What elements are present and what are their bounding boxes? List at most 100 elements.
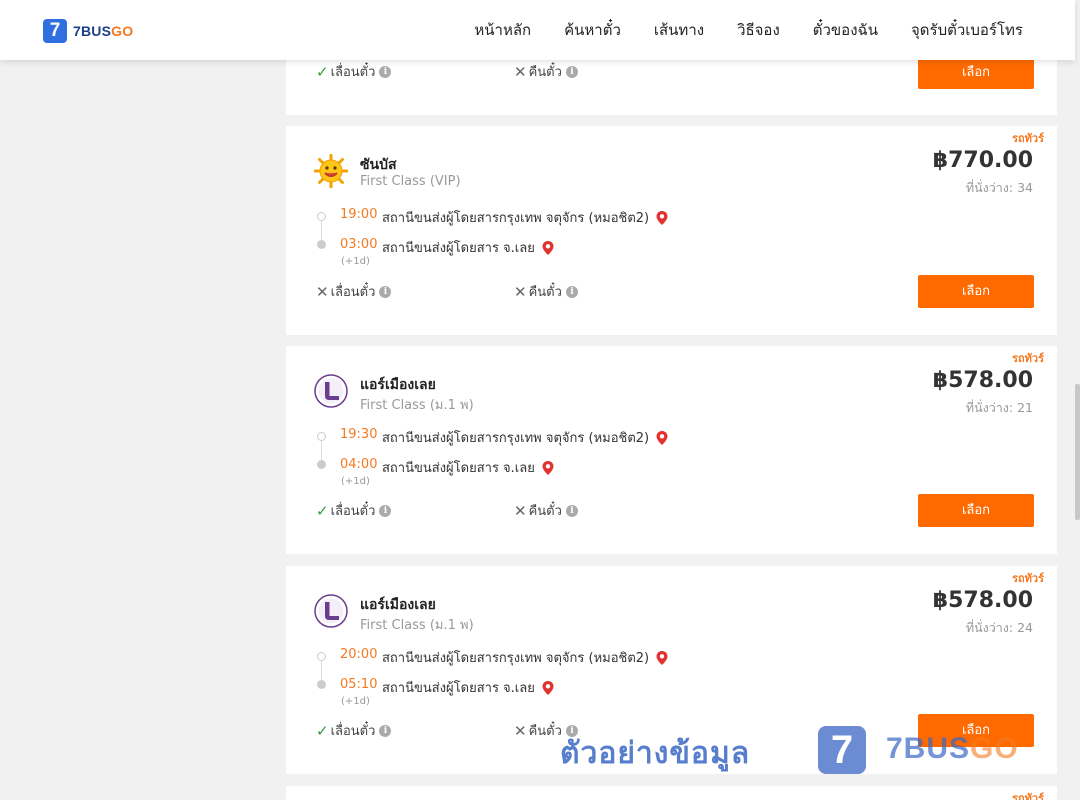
info-icon[interactable]: i — [565, 504, 578, 517]
check-icon: ✓ — [316, 501, 329, 520]
arrival-station: สถานีขนส่งผู้โดยสาร จ.เลย — [382, 677, 555, 698]
departure-station-name: สถานีขนส่งผู้โดยสารกรุงเทพ จตุจักร (หมอช… — [382, 431, 650, 446]
map-pin-icon[interactable] — [655, 650, 669, 666]
info-icon[interactable]: i — [379, 65, 392, 78]
operator-name: แอร์เมืองเลย — [360, 377, 436, 393]
bus-class: First Class (ม.1 พ) — [360, 398, 474, 413]
sun-logo-icon — [314, 154, 348, 188]
departure-dot — [317, 652, 326, 661]
select-button[interactable]: เลือก — [918, 275, 1034, 308]
day-offset: (+1d) — [341, 696, 370, 707]
arrival-station: สถานีขนส่งผู้โดยสาร จ.เลย — [382, 457, 555, 478]
bus-class: First Class (ม.1 พ) — [360, 618, 474, 633]
arrival-station-name: สถานีขนส่งผู้โดยสาร จ.เลย — [382, 241, 535, 256]
info-icon[interactable]: i — [565, 285, 578, 298]
select-button[interactable]: เลือก — [918, 714, 1034, 747]
reschedule-label: เลื่อนตั๋ว — [330, 65, 376, 80]
refund-label: คืนตั๋ว — [528, 285, 562, 300]
select-button[interactable]: เลือก — [918, 56, 1034, 89]
trip-card: รถทัวร์ แอร์เมืองเลย First Class (ม.1 พ)… — [286, 566, 1057, 774]
route-timeline: 19:30 สถานีขนส่งผู้โดยสารกรุงเทพ จตุจักร… — [316, 426, 816, 487]
operator-name: แอร์เมืองเลย — [360, 597, 436, 613]
site-logo[interactable]: 7 7BUSGO — [43, 19, 133, 43]
arrival-dot — [317, 240, 326, 249]
cross-icon: ✕ — [514, 282, 527, 301]
ticket-price: ฿578.00 — [932, 588, 1033, 613]
cross-icon: ✕ — [514, 721, 527, 740]
logo-mark-icon: 7 — [43, 19, 67, 43]
departure-time: 20:00 — [340, 647, 378, 662]
bus-type-tag: รถทัวร์ — [1012, 572, 1044, 585]
operator-name: ซันบัส — [360, 157, 397, 173]
reschedule-policy: ✕ เลื่อนตั๋ว i — [316, 281, 392, 302]
seats-available: ที่นั่งว่าง: 24 — [965, 620, 1033, 635]
seats-available: ที่นั่งว่าง: 34 — [965, 180, 1033, 195]
reschedule-policy: ✓ เลื่อนตั๋ว i — [316, 720, 392, 741]
departure-time: 19:30 — [340, 427, 378, 442]
trip-card-partial: รถทัวร์ — [286, 786, 1057, 800]
arrival-time: 04:00 — [340, 457, 378, 472]
departure-station: สถานีขนส่งผู้โดยสารกรุงเทพ จตุจักร (หมอช… — [382, 647, 669, 668]
arrival-station-name: สถานีขนส่งผู้โดยสาร จ.เลย — [382, 681, 535, 696]
map-pin-icon[interactable] — [541, 240, 555, 256]
route-line — [321, 221, 322, 240]
select-button[interactable]: เลือก — [918, 494, 1034, 527]
departure-station-name: สถานีขนส่งผู้โดยสารกรุงเทพ จตุจักร (หมอช… — [382, 651, 650, 666]
page-scrollbar[interactable] — [1075, 0, 1080, 800]
reschedule-label: เลื่อนตั๋ว — [330, 285, 376, 300]
info-icon[interactable]: i — [379, 285, 392, 298]
refund-policy: ✕ คืนตั๋ว i — [514, 281, 578, 302]
seats-available: ที่นั่งว่าง: 21 — [965, 400, 1033, 415]
nav-routes[interactable]: เส้นทาง — [654, 18, 704, 42]
cross-icon: ✕ — [514, 62, 527, 81]
departure-station: สถานีขนส่งผู้โดยสารกรุงเทพ จตุจักร (หมอช… — [382, 427, 669, 448]
info-icon[interactable]: i — [379, 504, 392, 517]
nav-ticket-pickup-phone[interactable]: จุดรับตั๋วเบอร์โทร — [911, 18, 1023, 42]
info-icon[interactable]: i — [565, 724, 578, 737]
cross-icon: ✕ — [514, 501, 527, 520]
departure-dot — [317, 212, 326, 221]
arrival-station: สถานีขนส่งผู้โดยสาร จ.เลย — [382, 237, 555, 258]
departure-dot — [317, 432, 326, 441]
refund-policy: ✕ คืนตั๋ว i — [514, 720, 578, 741]
air-muang-loei-logo-icon — [314, 594, 348, 628]
main-nav: หน้าหลัก ค้นหาตั๋ว เส้นทาง วิธีจอง ตั๋วข… — [474, 18, 1023, 42]
refund-label: คืนตั๋ว — [528, 724, 562, 739]
check-icon: ✓ — [316, 62, 329, 81]
departure-station-name: สถานีขนส่งผู้โดยสารกรุงเทพ จตุจักร (หมอช… — [382, 211, 650, 226]
map-pin-icon[interactable] — [655, 210, 669, 226]
nav-search-tickets[interactable]: ค้นหาตั๋ว — [564, 18, 621, 42]
day-offset: (+1d) — [341, 476, 370, 487]
reschedule-policy: ✓ เลื่อนตั๋ว i — [316, 61, 392, 82]
bus-type-tag: รถทัวร์ — [1012, 792, 1044, 800]
route-timeline: 19:00 สถานีขนส่งผู้โดยสารกรุงเทพ จตุจักร… — [316, 206, 816, 267]
reschedule-label: เลื่อนตั๋ว — [330, 724, 376, 739]
bus-type-tag: รถทัวร์ — [1012, 132, 1044, 145]
ticket-price: ฿578.00 — [932, 368, 1033, 393]
trip-card: รถทัวร์ แอร์เมืองเลย First Class (ม.1 พ)… — [286, 346, 1057, 554]
departure-station: สถานีขนส่งผู้โดยสารกรุงเทพ จตุจักร (หมอช… — [382, 207, 669, 228]
arrival-dot — [317, 680, 326, 689]
refund-label: คืนตั๋ว — [528, 504, 562, 519]
route-timeline: 20:00 สถานีขนส่งผู้โดยสารกรุงเทพ จตุจักร… — [316, 646, 816, 707]
departure-time: 19:00 — [340, 207, 378, 222]
nav-how-to-book[interactable]: วิธีจอง — [737, 18, 780, 42]
nav-home[interactable]: หน้าหลัก — [474, 18, 531, 42]
info-icon[interactable]: i — [379, 724, 392, 737]
scrollbar-thumb[interactable] — [1075, 384, 1080, 520]
bus-type-tag: รถทัวร์ — [1012, 352, 1044, 365]
reschedule-policy: ✓ เลื่อนตั๋ว i — [316, 500, 392, 521]
cross-icon: ✕ — [316, 282, 329, 301]
route-line — [321, 661, 322, 680]
check-icon: ✓ — [316, 721, 329, 740]
map-pin-icon[interactable] — [541, 680, 555, 696]
ticket-price: ฿770.00 — [932, 148, 1033, 173]
map-pin-icon[interactable] — [541, 460, 555, 476]
arrival-dot — [317, 460, 326, 469]
refund-policy: ✕ คืนตั๋ว i — [514, 500, 578, 521]
nav-my-tickets[interactable]: ตั๋วของฉัน — [813, 18, 878, 42]
map-pin-icon[interactable] — [655, 430, 669, 446]
info-icon[interactable]: i — [565, 65, 578, 78]
trip-card: รถทัวร์ ซันบัส First Class (VIP) ฿770.00… — [286, 126, 1057, 335]
bus-class: First Class (VIP) — [360, 174, 461, 189]
